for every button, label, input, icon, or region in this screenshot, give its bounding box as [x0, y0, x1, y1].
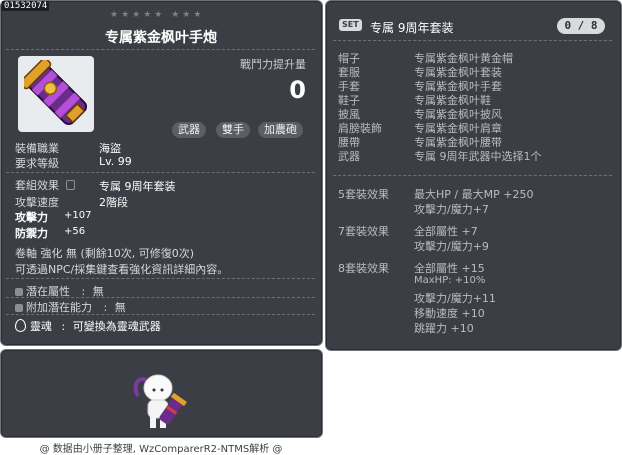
item-id-code: 01532074 — [2, 1, 50, 11]
set-parts-list: 帽子 专属紫金枫叶黄金帽 套服 专属紫金枫叶套装 手套 专属紫金枫叶手套 鞋子 专属紫金… — [338, 50, 608, 163]
job-label: 裝備職業 — [15, 142, 59, 155]
set-part-item: 专属 9周年武器中选择1个 — [414, 150, 542, 163]
list-item: 手套 专属紫金枫叶手套 — [338, 78, 608, 93]
set-effect-8-line: 攻擊力/魔力+11 — [414, 292, 496, 305]
set-effect-8-line: 全部屬性 +15 — [414, 262, 485, 275]
set-name: 专属 9周年套装 — [370, 21, 454, 35]
set-effect-5-line: 攻擊力/魔力+7 — [414, 203, 489, 216]
set-effect-7-line: 全部屬性 +7 — [414, 225, 478, 238]
divider — [6, 278, 315, 279]
list-item: 武器 专属 9周年武器中选择1个 — [338, 148, 608, 163]
set-effect-8-line: 移動速度 +10 — [414, 307, 485, 320]
list-item: 腰帶 专属紫金枫叶腰带 — [338, 134, 608, 149]
divider — [333, 175, 612, 176]
footer-credit: @ 数据由小册子整理, WzComparerR2-NTMS解析 @ — [39, 444, 283, 455]
add-potential-label: 附加潛在能力 — [26, 301, 92, 314]
tag-two-handed: 雙手 — [216, 122, 250, 138]
soul-colon: : — [61, 320, 66, 333]
potential-icon — [15, 288, 23, 296]
divider — [6, 49, 315, 50]
list-item: 套服 专属紫金枫叶套装 — [338, 64, 608, 79]
stat-attack-value: +107 — [64, 210, 92, 221]
item-name: 专属紫金枫叶手炮 — [105, 30, 217, 46]
tag-cannon: 加農砲 — [258, 122, 303, 138]
soul-value: 可變換為靈魂武器 — [72, 320, 161, 333]
set-count: 0 / 8 — [557, 18, 605, 34]
combat-power-value: 0 — [289, 76, 306, 104]
add-potential-icon — [15, 304, 23, 312]
attack-speed-value: 2階段 — [99, 196, 128, 209]
combat-power-label: 戰鬥力提升量 — [240, 58, 306, 71]
set-effect-8-label: 8套裝效果 — [338, 262, 389, 275]
set-effect-label: 套組效果 — [15, 177, 75, 193]
npc-hint: 可透過NPC/採集鍵查看強化資訊詳細內容。 — [15, 263, 229, 276]
lock-icon — [65, 180, 75, 190]
list-item: 鞋子 专属紫金枫叶鞋 — [338, 92, 608, 107]
list-item: 肩膀裝飾 专属紫金枫叶肩章 — [338, 120, 608, 135]
set-badge: SET — [339, 19, 362, 31]
set-effect-7-line: 攻擊力/魔力+9 — [414, 240, 489, 253]
list-item: 帽子 专属紫金枫叶黄金帽 — [338, 50, 608, 65]
cannon-icon — [24, 60, 88, 126]
set-effect-8-line: MaxHP: +10% — [414, 275, 486, 286]
tag-weapon: 武器 — [172, 122, 206, 138]
add-potential-value: 無 — [114, 301, 126, 314]
soul-row: 靈魂 : 可變換為靈魂武器 — [15, 318, 161, 334]
flame-icon — [15, 319, 26, 332]
attack-speed-label: 攻擊速度 — [15, 196, 59, 209]
stat-defense-value: +56 — [64, 226, 86, 237]
req-level-value: Lv. 99 — [99, 155, 132, 168]
set-effect-value: 专属 9周年套装 — [99, 180, 176, 193]
divider — [6, 297, 315, 298]
scroll-upgrade-info: 卷軸 強化 無 (剩餘10次, 可修復0次) — [15, 247, 195, 260]
req-level-label: 要求等級 — [15, 157, 59, 170]
add-potential-colon: : — [103, 301, 108, 314]
set-effect-8-line: 跳躍力 +10 — [414, 322, 474, 335]
job-value: 海盜 — [99, 142, 121, 155]
character-avatar — [133, 374, 187, 428]
set-part-slot: 武器 — [338, 150, 360, 163]
stat-attack-label: 攻擊力 — [15, 211, 48, 224]
divider — [6, 172, 315, 173]
divider — [333, 40, 612, 41]
soul-label: 靈魂 — [30, 320, 52, 333]
divider — [6, 314, 315, 315]
list-item: 披風 专属紫金枫叶披风 — [338, 106, 608, 121]
star-rating: ★★★★★ ★★★ — [110, 10, 205, 20]
set-effect-7-label: 7套裝效果 — [338, 225, 389, 238]
set-effect-5-line: 最大HP / 最大MP +250 — [414, 188, 534, 201]
set-effect-label-text: 套組效果 — [15, 179, 59, 192]
add-potential-row: 附加潛在能力 : 無 — [15, 299, 126, 315]
stat-defense-label: 防禦力 — [15, 227, 48, 240]
set-effect-5-label: 5套裝效果 — [338, 188, 389, 201]
